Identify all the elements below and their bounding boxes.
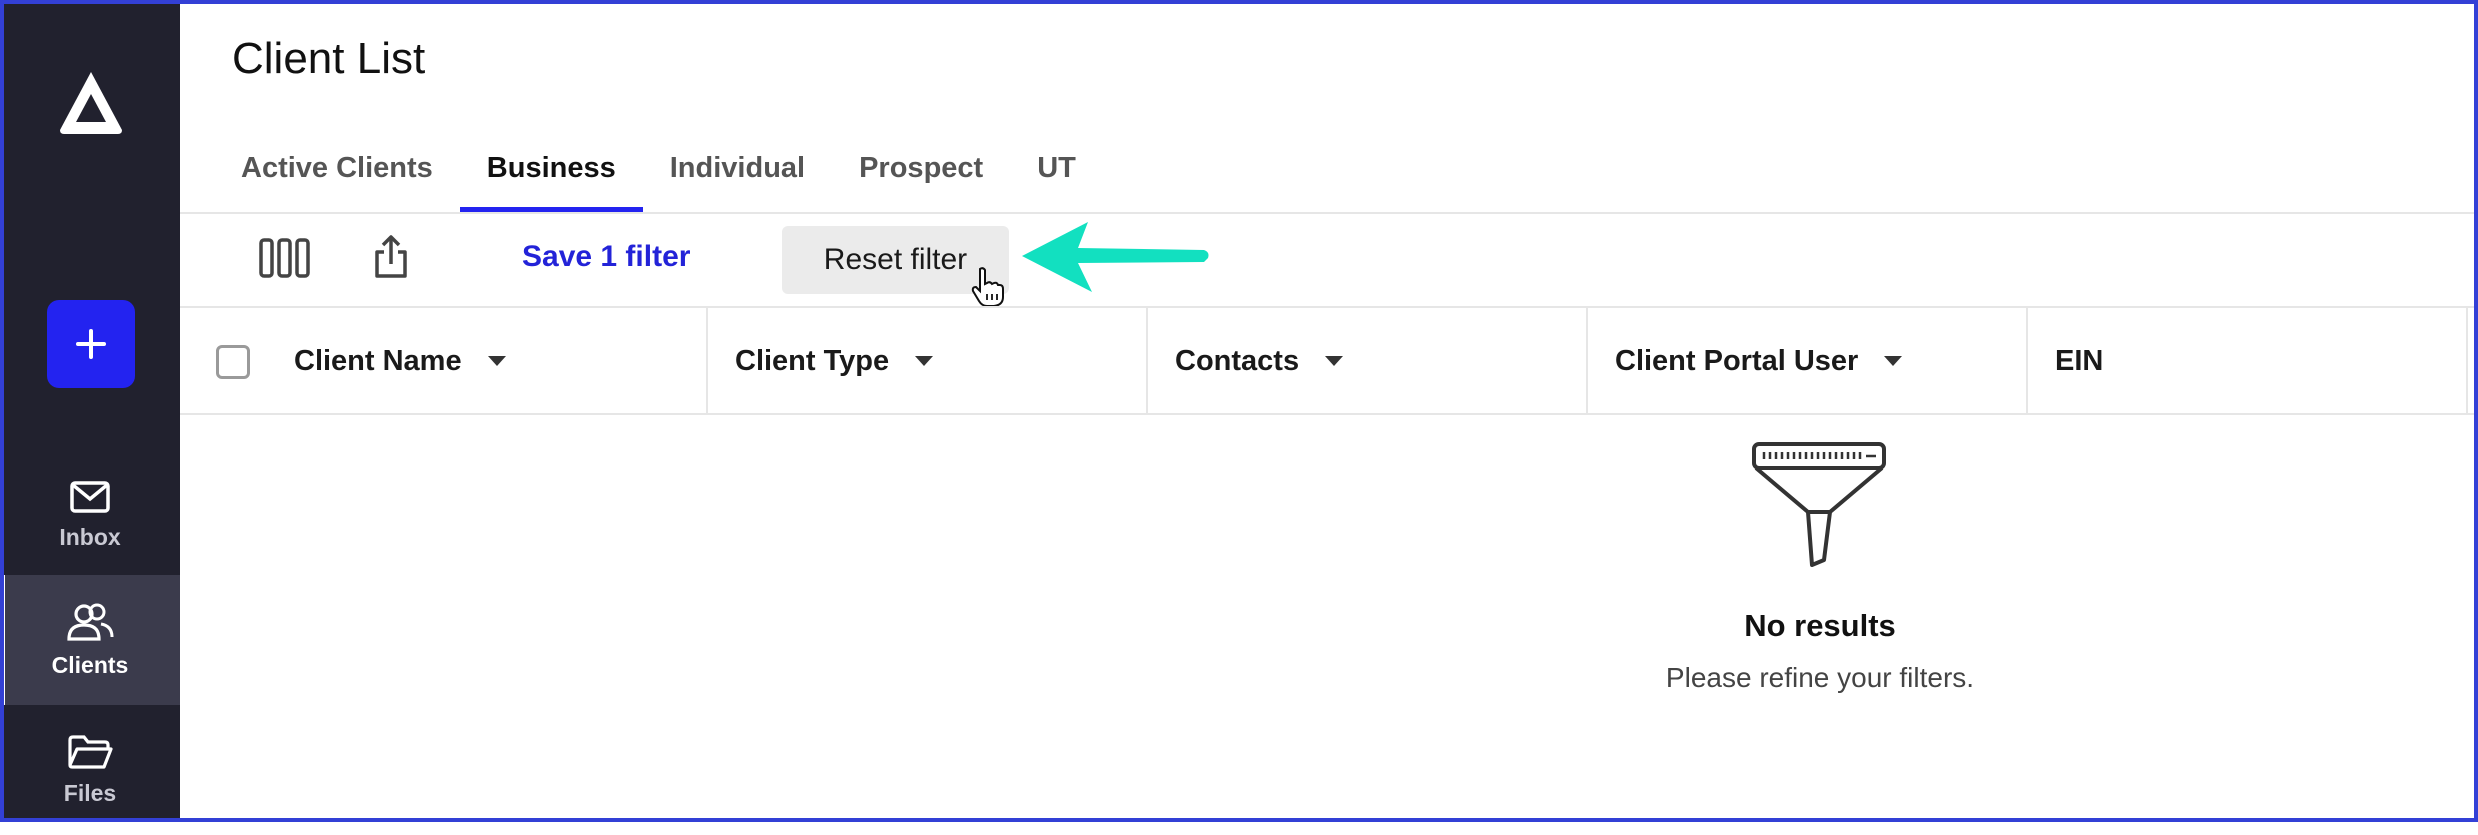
column-header-label: Client Portal User	[1615, 344, 1859, 377]
column-header-client-name[interactable]: Client Name	[294, 308, 506, 414]
funnel-filter-icon	[1750, 440, 1890, 575]
caret-down-icon[interactable]	[915, 356, 934, 366]
share-icon	[375, 235, 407, 278]
column-divider[interactable]	[706, 308, 708, 414]
page-title: Client List	[232, 34, 426, 83]
column-divider[interactable]	[1586, 308, 1588, 414]
sidebar-item-files[interactable]: Files	[0, 705, 180, 835]
save-filter-button[interactable]: Save 1 filter	[522, 240, 690, 274]
sidebar-item-label: Clients	[51, 651, 129, 678]
tab-prospect[interactable]: Prospect	[832, 130, 1010, 212]
mail-icon	[70, 480, 110, 513]
sidebar-item-clients[interactable]: Clients	[0, 575, 180, 705]
tab-ut[interactable]: UT	[1010, 130, 1103, 212]
caret-down-icon[interactable]	[1325, 356, 1344, 366]
column-divider[interactable]	[2026, 308, 2028, 414]
folder-icon	[68, 734, 113, 769]
tabs-divider	[180, 212, 2478, 214]
users-icon	[67, 603, 114, 641]
sidebar-item-inbox[interactable]: Inbox	[0, 450, 180, 580]
header-divider	[180, 413, 2478, 415]
export-button[interactable]	[372, 234, 410, 280]
caret-down-icon[interactable]	[487, 356, 506, 366]
annotation-arrow-icon	[1018, 218, 1213, 303]
table-header: Client Name Client Type Contacts Client …	[180, 308, 2470, 414]
column-header-client-portal-user[interactable]: Client Portal User	[1615, 308, 1903, 414]
column-header-client-type[interactable]: Client Type	[735, 308, 934, 414]
sidebar-item-label: Files	[63, 779, 117, 806]
empty-state-title: No results	[1744, 608, 1896, 643]
plus-icon	[76, 329, 106, 359]
tab-active-clients[interactable]: Active Clients	[214, 130, 460, 212]
column-header-ein[interactable]: EIN	[2055, 308, 2103, 414]
new-button[interactable]	[47, 300, 135, 388]
column-divider[interactable]	[1146, 308, 1148, 414]
column-header-label: Client Type	[735, 344, 890, 377]
tab-individual[interactable]: Individual	[643, 130, 832, 212]
column-header-label: EIN	[2055, 344, 2104, 377]
column-divider[interactable]	[2466, 308, 2468, 414]
sidebar-item-label: Inbox	[59, 523, 121, 550]
tab-business[interactable]: Business	[459, 130, 643, 212]
caret-down-icon[interactable]	[1884, 356, 1903, 366]
app-logo[interactable]	[56, 68, 126, 138]
column-header-contacts[interactable]: Contacts	[1175, 308, 1344, 414]
column-header-label: Client Name	[294, 344, 462, 377]
empty-state-subtitle: Please refine your filters.	[1665, 662, 1975, 693]
columns-button[interactable]	[258, 236, 312, 280]
sidebar: Inbox Clients Files	[0, 0, 180, 822]
column-header-label: Contacts	[1175, 344, 1300, 377]
client-tabs: Active Clients Business Individual Prosp…	[214, 130, 1103, 212]
columns-icon	[259, 238, 310, 278]
